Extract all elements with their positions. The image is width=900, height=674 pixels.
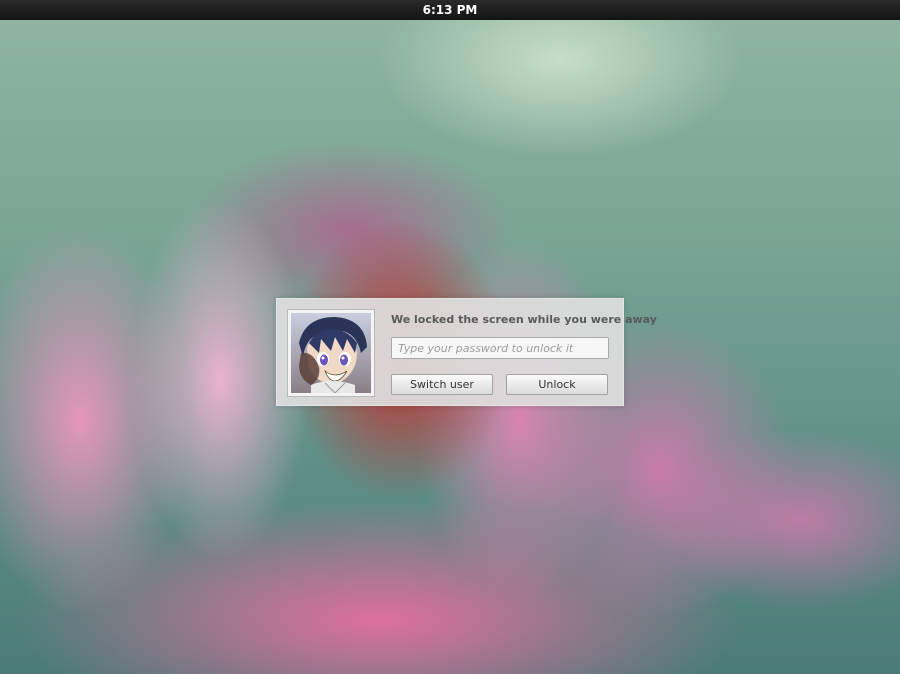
password-input[interactable] [391,337,609,359]
top-panel: 6:13 PM [0,0,900,20]
unlock-button[interactable]: Unlock [506,374,608,395]
lock-message: We locked the screen while you were away [391,313,657,326]
switch-user-button[interactable]: Switch user [391,374,493,395]
clock[interactable]: 6:13 PM [423,3,478,17]
avatar [287,309,375,397]
lock-dialog: We locked the screen while you were away… [276,298,657,406]
user-avatar-icon [291,313,371,393]
lock-screen: 6:13 PM We locked the screen while you w… [0,0,900,674]
